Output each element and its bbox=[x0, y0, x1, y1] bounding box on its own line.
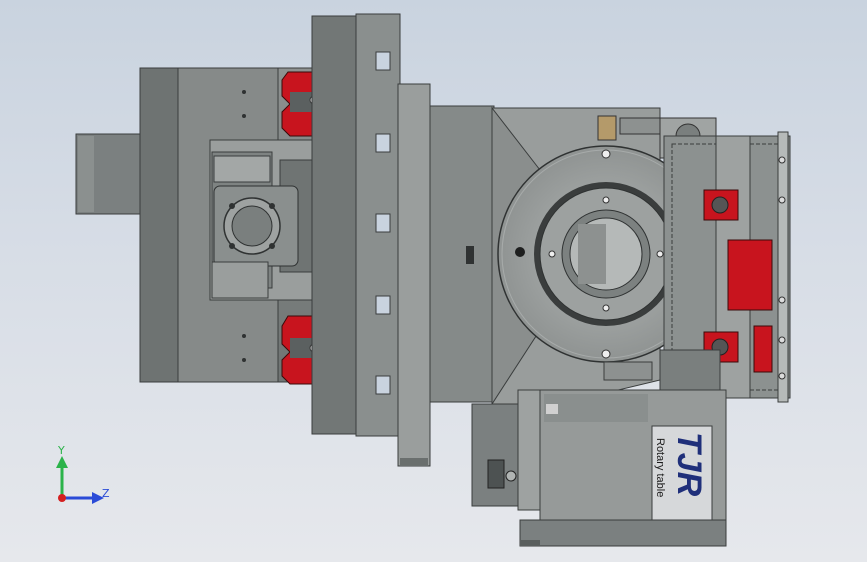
mounting-plate bbox=[311, 13, 431, 467]
y-axis-arrow bbox=[56, 456, 68, 468]
cad-model-svg: TJR Rotary table Y Z bbox=[56, 13, 791, 547]
brand-logo: TJR bbox=[670, 432, 708, 497]
brand-subtitle: Rotary table bbox=[654, 438, 666, 497]
x-axis-dot bbox=[58, 494, 66, 502]
axis-y-label: Y bbox=[57, 444, 65, 457]
axis-triad bbox=[56, 456, 104, 504]
motor-stub-left bbox=[75, 133, 143, 215]
axis-z-label: Z bbox=[102, 487, 110, 500]
cad-viewport[interactable]: TJR Rotary table Y Z bbox=[0, 0, 867, 562]
